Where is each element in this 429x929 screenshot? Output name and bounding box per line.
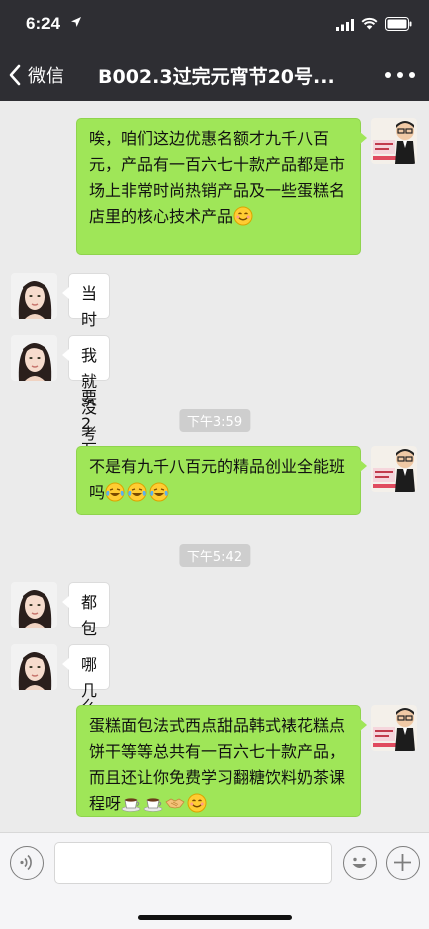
- header: 6:24 微信 B002.3过完元宵节20号...: [0, 0, 429, 101]
- contact-avatar[interactable]: [11, 335, 57, 381]
- message-text: 唉，咱们这边优惠名额才九千八百元，产品有一百六七十款产品都是市场上非常时尚热销产…: [89, 129, 346, 226]
- contact-avatar[interactable]: [11, 273, 57, 319]
- message-bubble[interactable]: 不是有九千八百元的精品创业全能班吗: [76, 446, 367, 515]
- message-bubble[interactable]: 我就没考虑了: [61, 335, 111, 495]
- status-time: 6:24: [26, 14, 61, 33]
- handshake-emoji-icon: [165, 793, 185, 813]
- emoji-button[interactable]: [343, 846, 377, 880]
- voice-button[interactable]: [10, 846, 44, 880]
- back-button[interactable]: 微信: [8, 60, 64, 90]
- home-indicator: [138, 915, 292, 920]
- message-bubble[interactable]: 哪几类: [61, 644, 111, 726]
- plus-icon: [394, 854, 411, 871]
- location-arrow-icon: [71, 17, 81, 27]
- contact-avatar[interactable]: [11, 582, 57, 628]
- more-button[interactable]: [385, 64, 415, 86]
- my-avatar[interactable]: [371, 118, 417, 164]
- status-bar: 6:24: [0, 0, 429, 50]
- coffee-emoji-icon: [143, 793, 163, 813]
- my-avatar[interactable]: [371, 446, 417, 492]
- wifi-icon: [361, 17, 378, 30]
- contact-avatar[interactable]: [11, 644, 57, 690]
- chat-title: B002.3过完元宵节20号...: [98, 66, 335, 88]
- smile-emoji-icon: [187, 793, 207, 813]
- crying-laughing-emoji-icon: [149, 482, 169, 502]
- coffee-emoji-icon: [121, 793, 141, 813]
- crying-laughing-emoji-icon: [127, 482, 147, 502]
- emoji-icon: [352, 857, 367, 868]
- message-bubble[interactable]: 蛋糕面包法式西点甜品韩式裱花糕点饼干等等总共有一百六七十款产品，而且还让你免费学…: [76, 705, 367, 817]
- message-input[interactable]: [54, 842, 332, 884]
- smile-emoji-icon: [233, 206, 253, 226]
- chat-area[interactable]: 唉，咱们这边优惠名额才九千八百元，产品有一百六七十款产品都是市场上非常时尚热销产…: [0, 101, 429, 832]
- time-divider: 下午3:59: [178, 409, 251, 432]
- battery-icon: [385, 17, 412, 31]
- back-label: 微信: [28, 66, 64, 87]
- message-bubble[interactable]: 唉，咱们这边优惠名额才九千八百元，产品有一百六七十款产品都是市场上非常时尚热销产…: [76, 118, 367, 255]
- voice-icon: [20, 854, 32, 871]
- input-bar: [0, 832, 429, 929]
- signal-icon: [336, 19, 354, 31]
- time-divider: 下午5:42: [178, 544, 251, 567]
- nav-bar: 微信 B002.3过完元宵节20号...: [0, 52, 429, 98]
- message-bubble[interactable]: 都包括什么呀: [61, 582, 111, 742]
- my-avatar[interactable]: [371, 705, 417, 751]
- chevron-left-icon: [9, 64, 21, 86]
- plus-button[interactable]: [386, 846, 420, 880]
- more-icon: [385, 72, 391, 78]
- message-bubble[interactable]: 当时间你要2万多: [61, 273, 111, 485]
- crying-laughing-emoji-icon: [105, 482, 125, 502]
